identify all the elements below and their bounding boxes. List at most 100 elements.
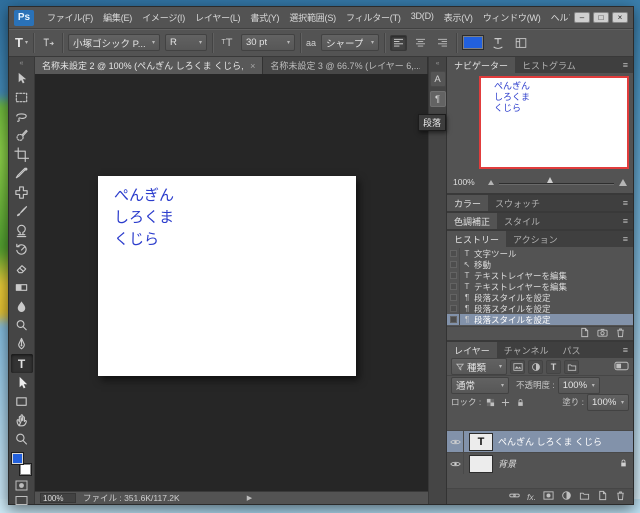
panel-tab[interactable]: レイヤー: [447, 342, 497, 358]
zoom-out-icon[interactable]: [488, 180, 494, 185]
paragraph-panel-icon[interactable]: ¶: [430, 91, 446, 107]
navigator-zoom-slider[interactable]: [499, 177, 614, 187]
new-snapshot-icon[interactable]: [597, 325, 608, 343]
history-source-toggle[interactable]: [447, 270, 460, 281]
delete-state-icon[interactable]: [615, 325, 626, 343]
collapse-toolbar-icon[interactable]: «: [20, 58, 24, 69]
clone-stamp-tool[interactable]: [11, 221, 33, 240]
layer-name[interactable]: ぺんぎん しろくま くじら: [498, 435, 628, 448]
panel-menu-icon[interactable]: ≡: [618, 213, 633, 229]
layer-row[interactable]: T ぺんぎん しろくま くじら: [447, 430, 633, 452]
screen-mode-icon[interactable]: [13, 495, 31, 506]
menu-item[interactable]: レイヤー(L): [190, 11, 245, 24]
quick-mask-icon[interactable]: [13, 480, 31, 491]
panel-tab[interactable]: アクション: [506, 231, 565, 247]
filter-pixel-layers-icon[interactable]: [510, 360, 525, 374]
fill-select[interactable]: 100%▾: [587, 394, 629, 411]
font-style-select[interactable]: R▾: [165, 34, 207, 51]
panel-tab[interactable]: スタイル: [497, 213, 547, 229]
history-item[interactable]: Tテキストレイヤーを編集: [447, 270, 633, 281]
canvas[interactable]: ぺんぎんしろくまくじら: [35, 74, 428, 491]
status-options-arrow-icon[interactable]: ▶: [247, 494, 252, 502]
layer-row[interactable]: 背景: [447, 452, 633, 474]
history-source-toggle[interactable]: [447, 259, 460, 270]
character-panel-icon[interactable]: A: [430, 71, 446, 87]
panel-tab[interactable]: カラー: [447, 195, 488, 211]
panel-tab[interactable]: パス: [555, 342, 587, 358]
eraser-tool[interactable]: [11, 259, 33, 278]
document-tab[interactable]: 名称未設定 2 @ 100% (ぺんぎん しろくま くじら, RGB/8) *×: [35, 57, 263, 74]
foreground-color-swatch[interactable]: [11, 452, 24, 465]
zoom-in-icon[interactable]: [619, 179, 627, 186]
history-item[interactable]: T文字ツール: [447, 248, 633, 259]
panel-menu-icon[interactable]: ≡: [618, 231, 633, 247]
tab-close-icon[interactable]: ×: [250, 61, 255, 71]
layer-name[interactable]: 背景: [498, 457, 614, 470]
text-orientation-icon[interactable]: [39, 34, 57, 52]
link-layers-icon[interactable]: [509, 488, 520, 506]
menu-item[interactable]: 編集(E): [98, 11, 137, 24]
delete-layer-icon[interactable]: [615, 488, 626, 506]
crop-tool[interactable]: [11, 145, 33, 164]
blur-tool[interactable]: [11, 297, 33, 316]
history-item[interactable]: ¶段落スタイルを設定: [447, 292, 633, 303]
history-item[interactable]: Tテキストレイヤーを編集: [447, 281, 633, 292]
history-brush-tool[interactable]: [11, 240, 33, 259]
menu-item[interactable]: ファイル(F): [42, 11, 98, 24]
lock-all-icon[interactable]: [514, 396, 526, 408]
layer-style-icon[interactable]: fx.: [527, 492, 536, 502]
filter-shape-layers-icon[interactable]: [564, 360, 579, 374]
maximize-button[interactable]: □: [593, 12, 609, 23]
navigator-zoom-field[interactable]: 100%: [453, 177, 483, 187]
history-source-toggle[interactable]: [447, 303, 460, 314]
layer-thumbnail[interactable]: T: [469, 433, 493, 451]
tool-preset-picker[interactable]: T ▾: [15, 35, 28, 50]
document-page[interactable]: ぺんぎんしろくまくじら: [98, 176, 356, 376]
menu-item[interactable]: 表示(V): [439, 11, 478, 24]
move-tool[interactable]: [11, 69, 33, 88]
warp-text-icon[interactable]: [489, 34, 507, 52]
document-text-layer[interactable]: ぺんぎんしろくまくじら: [114, 185, 174, 251]
history-source-toggle[interactable]: [447, 314, 460, 325]
filter-adjustment-layers-icon[interactable]: [528, 360, 543, 374]
navigator-proxy-view[interactable]: ぺんぎんしろくまくじら: [479, 76, 629, 169]
align-center-button[interactable]: [412, 35, 429, 51]
panel-tab[interactable]: スウォッチ: [488, 195, 547, 211]
history-item[interactable]: ¶段落スタイルを設定: [447, 303, 633, 314]
zoom-tool[interactable]: [11, 430, 33, 449]
new-group-icon[interactable]: [579, 488, 590, 506]
layer-thumbnail[interactable]: [469, 455, 493, 473]
panel-tab[interactable]: チャンネル: [497, 342, 556, 358]
menu-item[interactable]: 書式(Y): [245, 11, 284, 24]
visibility-eye-icon[interactable]: [447, 453, 464, 474]
menu-item[interactable]: ヘルプ(H): [546, 11, 570, 24]
rectangular-marquee-tool[interactable]: [11, 88, 33, 107]
font-family-select[interactable]: 小塚ゴシック P...▾: [68, 34, 160, 51]
lasso-tool[interactable]: [11, 107, 33, 126]
zoom-level-field[interactable]: 100%: [40, 493, 76, 503]
menu-item[interactable]: フィルター(T): [341, 11, 406, 24]
visibility-eye-icon[interactable]: [447, 431, 464, 452]
blend-mode-select[interactable]: 通常▾: [451, 377, 509, 394]
history-source-toggle[interactable]: [447, 248, 460, 259]
menu-item[interactable]: 3D(D): [406, 11, 439, 24]
type-tool[interactable]: T: [11, 354, 33, 373]
quick-selection-tool[interactable]: [11, 126, 33, 145]
history-source-toggle[interactable]: [447, 292, 460, 303]
eyedropper-tool[interactable]: [11, 164, 33, 183]
new-adjustment-layer-icon[interactable]: [561, 488, 572, 506]
align-left-button[interactable]: [390, 35, 407, 51]
layer-filter-select[interactable]: 種類▾: [451, 358, 507, 375]
gradient-tool[interactable]: [11, 278, 33, 297]
dodge-tool[interactable]: [11, 316, 33, 335]
history-source-toggle[interactable]: [447, 281, 460, 292]
toggle-panels-icon[interactable]: [512, 34, 530, 52]
document-tab[interactable]: 名称未設定 3 @ 66.7% (レイヤー 6,...: [263, 57, 428, 74]
history-item[interactable]: ↖移動: [447, 259, 633, 270]
healing-brush-tool[interactable]: [11, 183, 33, 202]
rectangle-tool[interactable]: [11, 392, 33, 411]
panel-menu-icon[interactable]: ≡: [618, 57, 633, 73]
layer-filtering-toggle[interactable]: [614, 361, 629, 373]
align-right-button[interactable]: [434, 35, 451, 51]
panel-tab[interactable]: 色調補正: [447, 213, 497, 229]
